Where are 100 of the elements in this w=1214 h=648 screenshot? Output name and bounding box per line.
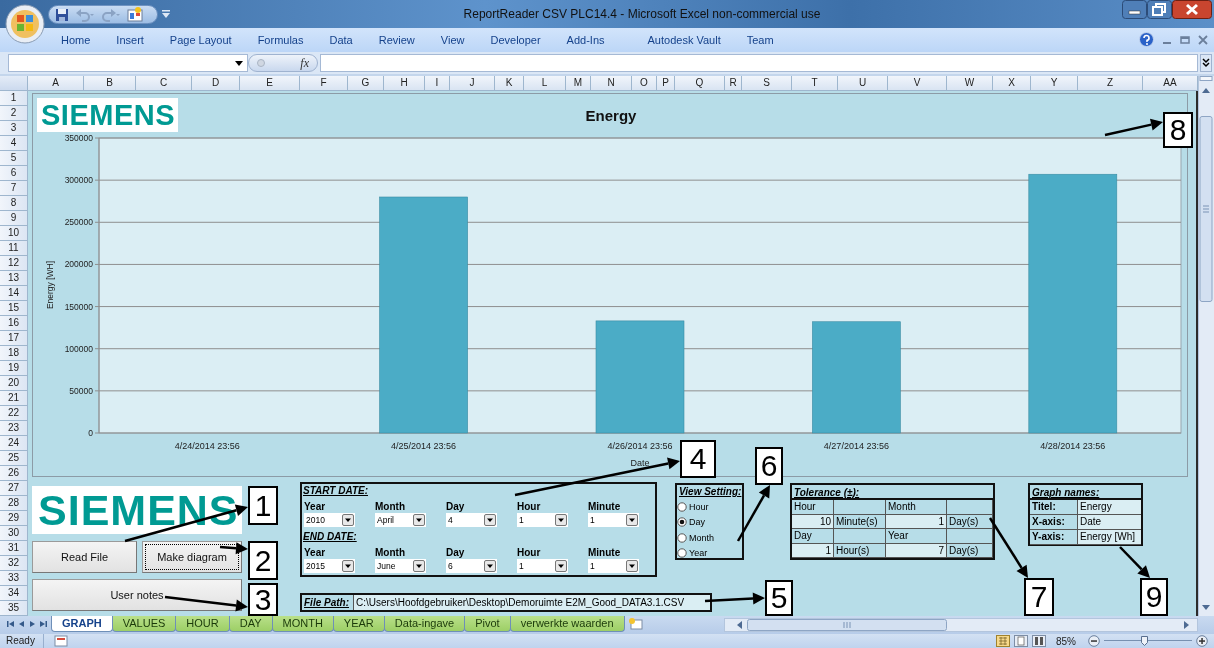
insert-function-button[interactable]: fx [300,55,309,71]
expand-icon[interactable] [1200,54,1212,72]
column-header[interactable]: A [28,76,84,90]
form-icon[interactable] [127,7,143,22]
column-header[interactable]: X [993,76,1031,90]
ribbon-tab[interactable]: Data [316,28,366,52]
column-header[interactable]: C [136,76,192,90]
dropdown-arrow-icon[interactable] [235,61,243,66]
ribbon-tab[interactable]: Insert [103,28,157,52]
sheet-tab[interactable]: Pivot [464,616,511,632]
zoom-in-icon[interactable] [1196,635,1208,647]
sheet-tab[interactable]: Data-ingave [383,616,466,632]
column-header[interactable]: W [947,76,993,90]
dropdown[interactable]: April [375,513,426,527]
sheet-tab[interactable]: GRAPH [51,616,113,632]
vertical-scrollbar[interactable] [1198,76,1214,616]
column-header[interactable]: O [632,76,657,90]
section-heading: START DATE: [303,484,368,498]
customize-icon[interactable] [161,9,171,19]
dropdown[interactable]: 4 [446,513,497,527]
sheet-tab[interactable]: VALUES [111,616,177,632]
column-header[interactable]: B [84,76,136,90]
slider-thumb-icon[interactable] [1140,636,1148,646]
ribbon-tab[interactable]: Add-Ins [553,28,618,52]
dropdown[interactable]: 1 [517,513,568,527]
radio-icon[interactable] [677,517,687,528]
dropdown[interactable]: 1 [588,559,639,573]
ribbon-tab[interactable]: Review [365,28,428,52]
column-header[interactable]: K [495,76,524,90]
radio-option[interactable]: Hour [677,499,709,515]
column-header[interactable]: T [792,76,838,90]
ribbon-tab[interactable]: Page Layout [156,28,245,52]
category-label: 4/27/2014 23:56 [823,441,889,451]
last-sheet-icon[interactable] [39,619,48,629]
column-header[interactable]: R [725,76,742,90]
column-header[interactable]: M [566,76,591,90]
column-header[interactable]: L [524,76,566,90]
zoom-out-icon[interactable] [1088,635,1100,647]
column-header[interactable]: E [240,76,300,90]
column-header[interactable]: Y [1031,76,1078,90]
radio-option[interactable]: Month [677,530,714,546]
column-header[interactable]: H [384,76,425,90]
scroll-thumb-icon[interactable] [747,619,947,631]
previous-sheet-icon[interactable] [17,619,26,629]
radio-option[interactable]: Year [677,545,708,561]
sheet-tab[interactable]: MONTH [271,616,334,632]
page-layout-view-icon[interactable] [1014,635,1028,647]
save-icon[interactable] [55,7,69,22]
column-header[interactable]: I [425,76,450,90]
zoom-slider[interactable] [1104,635,1192,647]
push-button[interactable]: User notes [32,579,242,611]
scroll-thumb-icon[interactable] [1199,116,1213,302]
column-header[interactable]: J [450,76,495,90]
sheet-tab[interactable]: DAY [228,616,273,632]
ribbon-tab[interactable]: Autodesk Vault [617,28,734,52]
column-header[interactable]: P [657,76,675,90]
minimize-icon[interactable] [1122,0,1147,19]
push-button[interactable]: Make diagram [142,541,242,573]
sheet-tab[interactable]: YEAR [332,616,385,632]
column-header[interactable]: N [591,76,632,90]
ribbon-tab[interactable]: Formulas [244,28,317,52]
column-header[interactable]: Z [1078,76,1143,90]
table-cell: Hour [792,500,834,515]
column-header[interactable]: D [192,76,240,90]
formula-input[interactable] [320,54,1198,72]
close-icon[interactable] [1172,0,1212,19]
radio-icon[interactable] [677,548,687,559]
radio-icon[interactable] [677,501,687,512]
dropdown[interactable]: June [375,559,426,573]
dropdown[interactable]: 1 [517,559,568,573]
first-sheet-icon[interactable] [6,619,15,629]
macro-record-icon[interactable] [53,635,68,647]
normal-view-icon[interactable] [996,635,1010,647]
dropdown[interactable]: 2010 [304,513,355,527]
column-header[interactable]: G [348,76,384,90]
sheet-tab[interactable]: verwerkte waarden [509,616,625,632]
column-header[interactable]: U [838,76,888,90]
ribbon-tab[interactable]: View [427,28,478,52]
radio-icon[interactable] [677,532,687,543]
next-sheet-icon[interactable] [28,619,37,629]
dropdown[interactable]: 1 [588,513,639,527]
column-header[interactable]: F [300,76,348,90]
ribbon-tab[interactable]: Team [733,28,787,52]
split-handle-icon[interactable] [1199,76,1213,81]
restore-icon[interactable] [1147,0,1172,19]
dropdown[interactable]: 2015 [304,559,355,573]
zoom-level[interactable]: 85% [1056,635,1076,647]
column-header[interactable]: V [888,76,947,90]
push-button[interactable]: Read File [32,541,137,573]
dropdown[interactable]: 6 [446,559,497,573]
ribbon-tab[interactable]: Home [48,28,104,52]
column-header[interactable]: Q [675,76,725,90]
column-header[interactable]: S [742,76,792,90]
help-icon[interactable] [1139,32,1154,47]
page-break-view-icon[interactable] [1032,635,1046,647]
arrow [1104,118,1163,137]
radio-option[interactable]: Day [677,514,705,530]
horizontal-scrollbar[interactable] [724,618,1198,632]
ribbon-tab[interactable]: Developer [477,28,554,52]
sheet-tab[interactable]: HOUR [175,616,230,632]
